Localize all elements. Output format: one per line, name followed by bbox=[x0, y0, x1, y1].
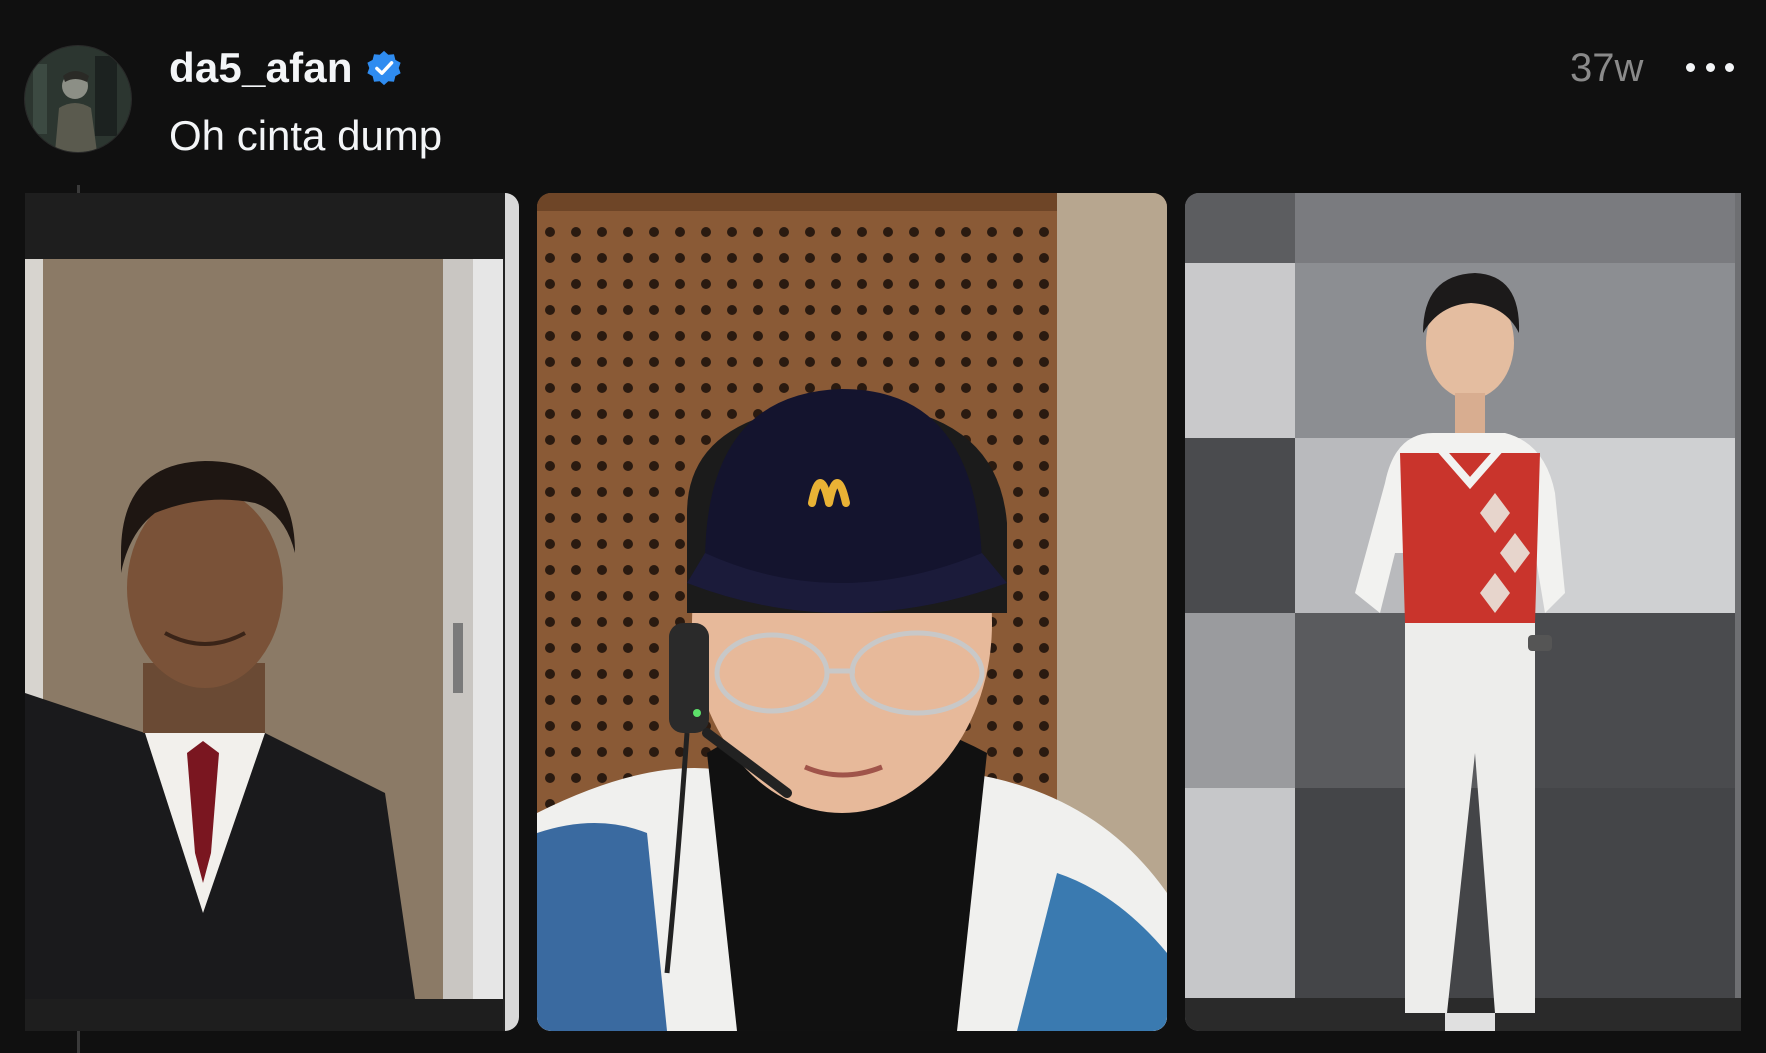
post-header: da5_afan bbox=[169, 40, 403, 96]
post-image-3[interactable] bbox=[1185, 193, 1741, 1031]
post-caption: Oh cinta dump bbox=[169, 112, 443, 159]
avatar[interactable] bbox=[25, 46, 131, 152]
more-dot bbox=[1705, 62, 1715, 72]
more-horizontal-icon[interactable] bbox=[1686, 52, 1734, 82]
verified-badge-icon bbox=[367, 50, 401, 86]
post-timestamp[interactable]: 37w bbox=[1570, 46, 1643, 91]
post-image-1[interactable] bbox=[25, 193, 519, 1031]
post-image-2[interactable] bbox=[537, 193, 1167, 1031]
more-dot bbox=[1686, 62, 1695, 72]
thread-post: da5_afan Oh cinta dump 37w bbox=[0, 0, 1766, 1053]
username[interactable]: da5_afan bbox=[169, 44, 353, 92]
more-dot bbox=[1725, 62, 1734, 72]
